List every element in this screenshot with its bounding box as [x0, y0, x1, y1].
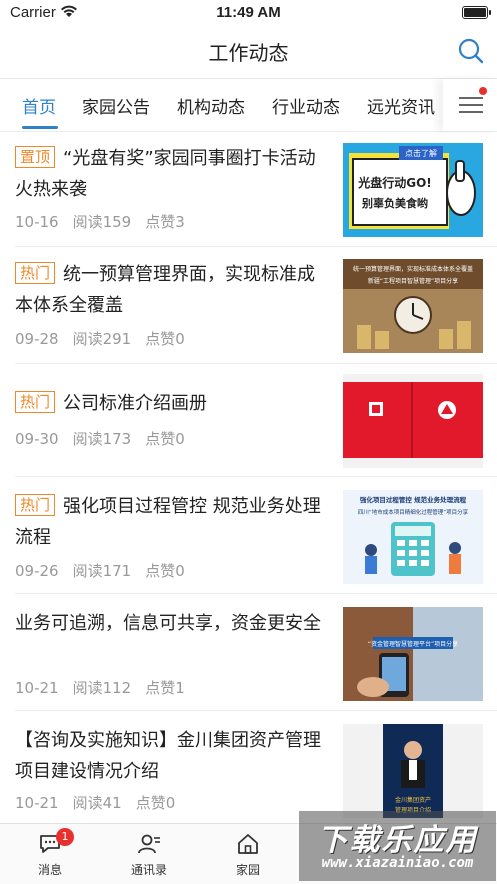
clock: 11:49 AM	[216, 4, 281, 21]
article-title-text: “光盘有奖”家园同事圈打卡活动火热来袭	[15, 148, 316, 200]
hot-tag: 热门	[15, 262, 56, 284]
tab-home-announcements[interactable]: 家园公告	[82, 93, 150, 118]
article-title: 热门 强化项目过程管控 规范业务处理流程	[15, 491, 331, 553]
thumb-caption: 强化项目过程管控 规范业务处理流程	[360, 495, 467, 504]
thumb-caption: “资金管理智慧管理平台”项目分享	[368, 640, 458, 648]
article-title: 热门 公司标准介绍画册	[15, 388, 331, 419]
category-tabs: 首页 家园公告 机构动态 行业动态 远光资讯	[0, 79, 450, 131]
thumb-caption: 统一预算管理界面，实现标准成本体系全覆盖	[353, 265, 473, 273]
thumbnail-image: 统一预算管理界面，实现标准成本体系全覆盖 新疆“工程项目智慧管理”项目分享	[343, 259, 483, 353]
bottom-tab-contacts[interactable]: 通讯录	[99, 824, 199, 884]
watermark-url: www.xiazainiao.com	[321, 855, 474, 871]
article-date: 10-21	[15, 794, 59, 812]
thumb-caption: 别辜负美食哟	[361, 196, 428, 210]
tab-home[interactable]: 首页	[22, 93, 56, 118]
article-meta: 09-28 阅读291 点赞0	[15, 328, 199, 349]
menu-icon	[459, 97, 483, 99]
article-thumbnail: 统一预算管理界面，实现标准成本体系全覆盖 新疆“工程项目智慧管理”项目分享	[343, 259, 483, 353]
article-likes: 点赞3	[145, 213, 185, 231]
site-watermark: 下载乐应用 www.xiazainiao.com	[299, 811, 496, 881]
tab-industry-news[interactable]: 行业动态	[272, 93, 340, 118]
article-meta: 10-21 阅读112 点赞1	[15, 677, 199, 698]
article-title-text: 统一预算管理界面，实现标准成本体系全覆盖	[15, 264, 316, 316]
article-likes: 点赞0	[145, 430, 185, 448]
article-reads: 阅读159	[72, 213, 132, 231]
menu-icon-bar	[459, 111, 483, 113]
article-meta: 09-26 阅读171 点赞0	[15, 560, 199, 581]
house-icon	[238, 834, 258, 854]
active-tab-indicator	[22, 126, 58, 129]
article-reads: 阅读112	[72, 679, 132, 697]
thumbnail-image: 点击了解 光盘行动GO! 别辜负美食哟	[343, 143, 483, 237]
unread-badge: 1	[56, 828, 74, 846]
thumbnail-image	[343, 374, 483, 468]
menu-icon-bar	[459, 104, 483, 106]
notification-dot	[479, 87, 487, 95]
category-tab-bar: 首页 家园公告 机构动态 行业动态 远光资讯	[0, 78, 497, 132]
article-likes: 点赞0	[145, 562, 185, 580]
article-title-text: 业务可追溯，信息可共享，资金更安全	[15, 613, 321, 634]
tab-ygsoft-news[interactable]: 远光资讯	[367, 93, 435, 118]
bottom-tab-home[interactable]: 家园	[198, 824, 298, 884]
thumb-caption: 新疆“工程项目智慧管理”项目分享	[368, 277, 458, 285]
battery-icon	[462, 6, 491, 19]
bottom-tab-label: 通讯录	[130, 863, 167, 877]
article-reads: 阅读173	[72, 430, 132, 448]
thumb-caption: 金川集团资产	[395, 796, 431, 804]
hot-tag: 热门	[15, 391, 56, 413]
status-bar: Carrier 11:49 AM	[0, 0, 497, 26]
thumbnail-image: 金川集团资产 管理项目介绍	[343, 724, 483, 818]
tab-menu-button[interactable]	[443, 79, 497, 131]
pinned-tag: 置顶	[15, 146, 56, 168]
thumbnail-image: “资金管理智慧管理平台”项目分享	[343, 607, 483, 701]
article-thumbnail: “资金管理智慧管理平台”项目分享	[343, 607, 483, 701]
article-title: 热门 统一预算管理界面，实现标准成本体系全覆盖	[15, 259, 331, 321]
bottom-tab-label: 家园	[235, 863, 260, 877]
article-thumbnail: 点击了解 光盘行动GO! 别辜负美食哟	[343, 143, 483, 237]
list-item[interactable]: 【咨询及实施知识】金川集团资产管理项目建设情况介绍 10-21 阅读41 点赞0 金…	[0, 711, 497, 823]
article-meta: 10-16 阅读159 点赞3	[15, 211, 199, 232]
thumb-caption: 四川“地市成本项目精细化过程管理”项目分享	[358, 508, 469, 516]
watermark-title: 下载乐应用	[317, 823, 478, 858]
article-reads: 阅读291	[72, 330, 132, 348]
article-date: 09-28	[15, 330, 59, 348]
article-meta: 10-21 阅读41 点赞0	[15, 792, 189, 813]
article-date: 10-16	[15, 213, 59, 231]
nav-bar: 工作动态	[0, 26, 497, 76]
list-item[interactable]: 业务可追溯，信息可共享，资金更安全 10-21 阅读112 点赞1 “资金管理智慧管…	[0, 594, 497, 711]
article-likes: 点赞0	[145, 330, 185, 348]
search-icon[interactable]	[457, 37, 485, 65]
article-reads: 阅读41	[72, 794, 122, 812]
thumbnail-image: 强化项目过程管控 规范业务处理流程 四川“地市成本项目精细化过程管理”项目分享	[343, 490, 483, 584]
list-item[interactable]: 热门 公司标准介绍画册 09-30 阅读173 点赞0	[0, 364, 497, 477]
list-item[interactable]: 置顶 “光盘有奖”家园同事圈打卡活动火热来袭 10-16 阅读159 点赞3 点击了解…	[0, 131, 497, 247]
article-date: 09-26	[15, 562, 59, 580]
article-thumbnail: 金川集团资产 管理项目介绍	[343, 724, 483, 818]
article-likes: 点赞0	[135, 794, 176, 812]
thumb-caption: 点击了解	[405, 148, 437, 158]
article-title-text: 公司标准介绍画册	[63, 393, 208, 414]
article-title: 置顶 “光盘有奖”家园同事圈打卡活动火热来袭	[15, 143, 331, 205]
article-title-text: 【咨询及实施知识】金川集团资产管理项目建设情况介绍	[15, 730, 321, 782]
page-title: 工作动态	[208, 41, 289, 65]
article-title: 业务可追溯，信息可共享，资金更安全	[15, 608, 331, 639]
article-reads: 阅读171	[72, 562, 132, 580]
article-title: 【咨询及实施知识】金川集团资产管理项目建设情况介绍	[15, 725, 331, 787]
bottom-tab-label: 消息	[37, 863, 62, 877]
article-thumbnail	[343, 374, 483, 468]
list-item[interactable]: 热门 统一预算管理界面，实现标准成本体系全覆盖 09-28 阅读291 点赞0 统一预…	[0, 247, 497, 364]
thumb-caption: 光盘行动GO!	[357, 175, 432, 190]
bottom-tab-messages[interactable]: 1 消息	[0, 824, 100, 884]
article-thumbnail: 强化项目过程管控 规范业务处理流程 四川“地市成本项目精细化过程管理”项目分享	[343, 490, 483, 584]
article-likes: 点赞1	[145, 679, 185, 697]
list-item[interactable]: 热门 强化项目过程管控 规范业务处理流程 09-26 阅读171 点赞0 强化项目过程…	[0, 477, 497, 594]
article-title-text: 强化项目过程管控 规范业务处理流程	[15, 496, 321, 548]
article-date: 10-21	[15, 679, 59, 697]
tab-org-news[interactable]: 机构动态	[177, 93, 245, 118]
contacts-icon	[138, 834, 160, 854]
article-meta: 09-30 阅读173 点赞0	[15, 428, 199, 449]
hot-tag: 热门	[15, 494, 56, 516]
article-date: 09-30	[15, 430, 59, 448]
